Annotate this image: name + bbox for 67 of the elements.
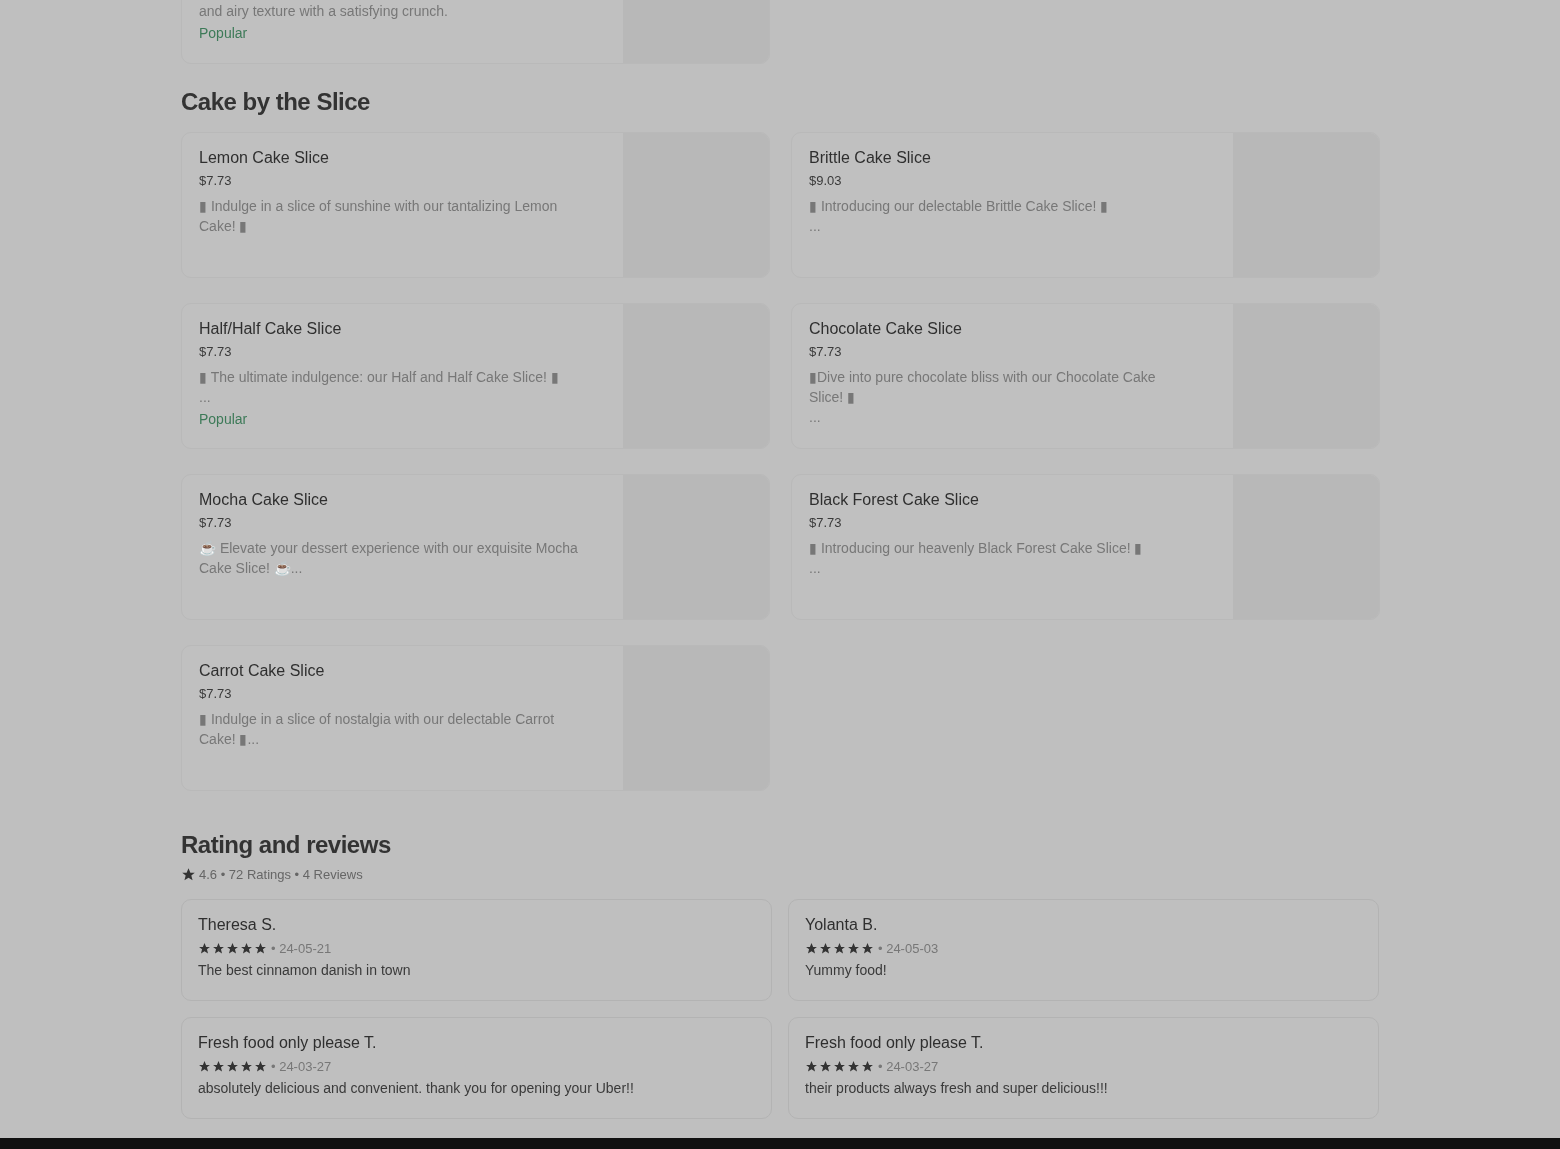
item-description: ▮ Introducing our heavenly Black Forest Cake Slice! ▮ ... <box>809 539 1144 578</box>
star-icon <box>212 1060 225 1073</box>
item-price: $7.73 <box>809 344 843 360</box>
item-name: Carrot Cake Slice <box>199 661 326 681</box>
review-text: Yummy food! <box>805 962 888 978</box>
review-text: The best cinnamon danish in town <box>198 962 412 978</box>
star-icon <box>181 867 196 882</box>
item-name: Chocolate Cake Slice <box>809 319 963 339</box>
section-title: Cake by the Slice <box>181 88 370 116</box>
reviewer-name: Fresh food only please T. <box>198 1033 378 1053</box>
star-icon <box>198 1060 211 1073</box>
star-icon <box>254 1060 267 1073</box>
item-price: $9.03 <box>809 173 843 189</box>
star-icon <box>240 1060 253 1073</box>
menu-item-card[interactable]: Carrot Cake Slice $7.73 ▮ Indulge in a slice of nostalgia with our delectable Carrot Cake! ▮... <box>181 645 770 791</box>
star-icon <box>833 1060 846 1073</box>
item-description: ▮ Indulge in a slice of nostalgia with our delectable Carrot Cake! ▮... <box>199 710 556 749</box>
review-date: • 24-05-21 <box>271 941 332 956</box>
star-icon <box>819 1060 832 1073</box>
reviewer-name: Theresa S. <box>198 915 278 935</box>
reviewer-name: Fresh food only please T. <box>805 1033 985 1053</box>
review-date: • 24-05-03 <box>878 941 939 956</box>
star-icon <box>240 942 253 955</box>
star-icon <box>212 942 225 955</box>
item-description: ▮Dive into pure chocolate bliss with our Chocolate Cake Slice! ▮ ... <box>809 368 1157 427</box>
star-icon <box>847 942 860 955</box>
item-price: $7.73 <box>199 515 233 531</box>
item-name: Black Forest Cake Slice <box>809 490 980 510</box>
star-icon <box>861 1060 874 1073</box>
item-description: ☕ Elevate your dessert experience with our exquisite Mocha Cake Slice! ☕... <box>199 539 579 578</box>
item-price: $7.73 <box>809 515 843 531</box>
item-description: ▮ Indulge in a slice of sunshine with our tantalizing Lemon Cake! ▮ <box>199 197 559 236</box>
item-description: ▮ The ultimate indulgence: our Half and Half Cake Slice! ▮ ... <box>199 368 560 407</box>
star-icon <box>847 1060 860 1073</box>
star-icon <box>198 942 211 955</box>
item-description: and airy texture with a satisfying crunch. <box>199 2 449 21</box>
reviewer-name: Yolanta B. <box>805 915 879 935</box>
popular-label: Popular <box>199 24 249 43</box>
section-title: Rating and reviews <box>181 831 391 859</box>
menu-item-card[interactable]: Half/Half Cake Slice $7.73 ▮ The ultimate indulgence: our Half and Half Cake Slice! ▮ ... Popular <box>181 303 770 449</box>
menu-item-card[interactable]: Chocolate Cake Slice $7.73 ▮Dive into pure chocolate bliss with our Chocolate Cake Slice! ▮ ... <box>791 303 1380 449</box>
item-price: $7.73 <box>199 173 233 189</box>
rating-summary: 4.6 • 72 Ratings • 4 Reviews <box>199 867 363 882</box>
item-price: $7.73 <box>199 344 233 360</box>
menu-item-card[interactable]: Lemon Cake Slice $7.73 ▮ Indulge in a slice of sunshine with our tantalizing Lemon Cake! ▮ <box>181 132 770 278</box>
star-icon <box>226 1060 239 1073</box>
review-date: • 24-03-27 <box>271 1059 332 1074</box>
popular-label: Popular <box>199 410 249 429</box>
review-text: their products always fresh and super delicious!!! <box>805 1080 1109 1096</box>
menu-item-card[interactable]: Black Forest Cake Slice $7.73 ▮ Introducing our heavenly Black Forest Cake Slice! ▮ ... <box>791 474 1380 620</box>
star-icon <box>805 1060 818 1073</box>
star-icon <box>861 942 874 955</box>
star-icon <box>254 942 267 955</box>
item-name: Lemon Cake Slice <box>199 148 330 168</box>
menu-item-card[interactable]: Brittle Cake Slice $9.03 ▮ Introducing our delectable Brittle Cake Slice! ▮ ... <box>791 132 1380 278</box>
item-description: ▮ Introducing our delectable Brittle Cake Slice! ▮ ... <box>809 197 1110 236</box>
menu-item-card[interactable]: Mocha Cake Slice $7.73 ☕ Elevate your dessert experience with our exquisite Mocha Cake Slice! ☕... <box>181 474 770 620</box>
star-icon <box>226 942 239 955</box>
item-name: Mocha Cake Slice <box>199 490 329 510</box>
star-icon <box>805 942 818 955</box>
review-text: absolutely delicious and convenient. thank you for opening your Uber!! <box>198 1080 635 1096</box>
review-date: • 24-03-27 <box>878 1059 939 1074</box>
item-name: Half/Half Cake Slice <box>199 319 343 339</box>
star-icon <box>833 942 846 955</box>
item-name: Brittle Cake Slice <box>809 148 932 168</box>
star-icon <box>819 942 832 955</box>
item-price: $7.73 <box>199 686 233 702</box>
